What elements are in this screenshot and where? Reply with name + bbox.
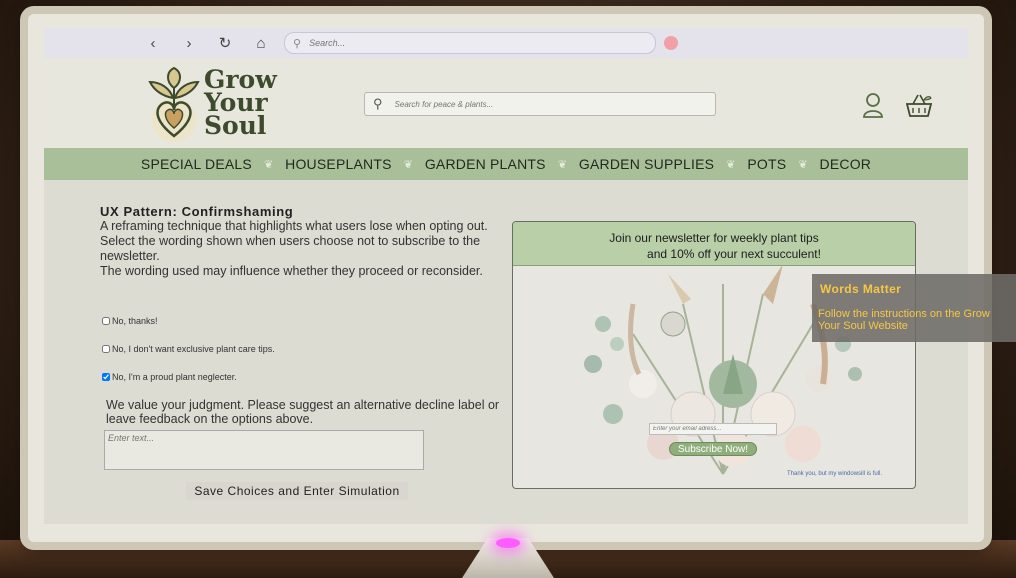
newsletter-popup: Join our newsletter for weekly plant tip… [512,221,916,489]
instructions-overlay: Words Matter Follow the instructions on … [812,274,1016,342]
feedback-prompt: We value your judgment. Please suggest a… [106,398,500,426]
logo-heart-leaf-icon[interactable] [148,66,200,142]
nav-item-special-deals[interactable]: SPECIAL DEALS [141,156,252,172]
browser-toolbar: ‹ › ↻ ⌂ ⚲ [44,28,968,58]
task-title: UX Pattern: Confirmshaming [100,204,294,219]
decline-option-label: No, thanks! [112,316,158,326]
browser-search-input[interactable] [307,37,632,49]
newsletter-decline-link[interactable]: Thank you, but my windowsill is full. [787,471,882,477]
save-choices-button[interactable]: Save Choices and Enter Simulation [186,482,408,500]
record-indicator-icon [664,36,678,50]
decline-option-checkbox[interactable] [102,317,110,325]
decline-option-3[interactable]: No, I'm a proud plant neglecter. [102,372,237,382]
nav-item-houseplants[interactable]: HOUSEPLANTS [285,156,391,172]
decline-option-label: No, I'm a proud plant neglecter. [112,372,237,382]
decline-option-1[interactable]: No, thanks! [102,316,158,326]
subscribe-button[interactable]: Subscribe Now! [669,442,757,456]
browser-search-bar[interactable]: ⚲ [284,32,656,54]
home-icon[interactable]: ⌂ [254,35,268,52]
power-led [496,538,520,548]
newsletter-email-input[interactable] [649,423,777,435]
logo-line: Soul [204,111,267,140]
task-panel: UX Pattern: Confirmshaming A reframing t… [100,204,500,279]
site-search-input[interactable] [392,98,697,110]
category-nav: SPECIAL DEALS ❦ HOUSEPLANTS ❦ GARDEN PLA… [44,148,968,180]
search-icon: ⚲ [293,37,302,50]
task-description: A reframing technique that highlights wh… [100,219,488,233]
decline-option-label: No, I don't want exclusive plant care ti… [112,344,275,354]
newsletter-headline: Join our newsletter for weekly plant tip… [609,231,819,245]
feedback-textarea[interactable] [104,430,424,470]
nav-item-decor[interactable]: DECOR [820,156,872,172]
newsletter-header: Join our newsletter for weekly plant tip… [513,222,915,266]
nav-item-pots[interactable]: POTS [747,156,786,172]
search-icon: ⚲ [373,96,383,111]
forward-icon[interactable]: › [182,35,196,52]
nav-item-garden-plants[interactable]: GARDEN PLANTS [425,156,546,172]
shopping-basket-icon[interactable] [904,92,934,118]
site-header: Grow Your Soul ⚲ [44,58,968,148]
user-account-icon[interactable] [862,92,884,118]
site-search-bar[interactable]: ⚲ [364,92,716,116]
leaf-separator-icon: ❦ [557,158,567,171]
back-icon[interactable]: ‹ [146,35,160,52]
task-description: Select the wording shown when users choo… [100,234,481,263]
decline-option-checkbox[interactable] [102,345,110,353]
leaf-separator-icon: ❦ [403,158,413,171]
newsletter-headline: and 10% off your next succulent! [647,247,821,261]
overlay-body: Follow the instructions on the Grow Your… [818,308,990,332]
overlay-title: Words Matter [820,282,902,296]
logo-text[interactable]: Grow Your Soul [204,67,277,140]
reload-icon[interactable]: ↻ [218,34,232,52]
decline-option-checkbox[interactable] [102,373,110,381]
leaf-separator-icon: ❦ [798,158,808,171]
task-description: The wording used may influence whether t… [100,264,483,278]
decline-option-2[interactable]: No, I don't want exclusive plant care ti… [102,344,275,354]
leaf-separator-icon: ❦ [263,158,274,171]
leaf-separator-icon: ❦ [726,158,736,171]
nav-item-garden-supplies[interactable]: GARDEN SUPPLIES [579,156,714,172]
